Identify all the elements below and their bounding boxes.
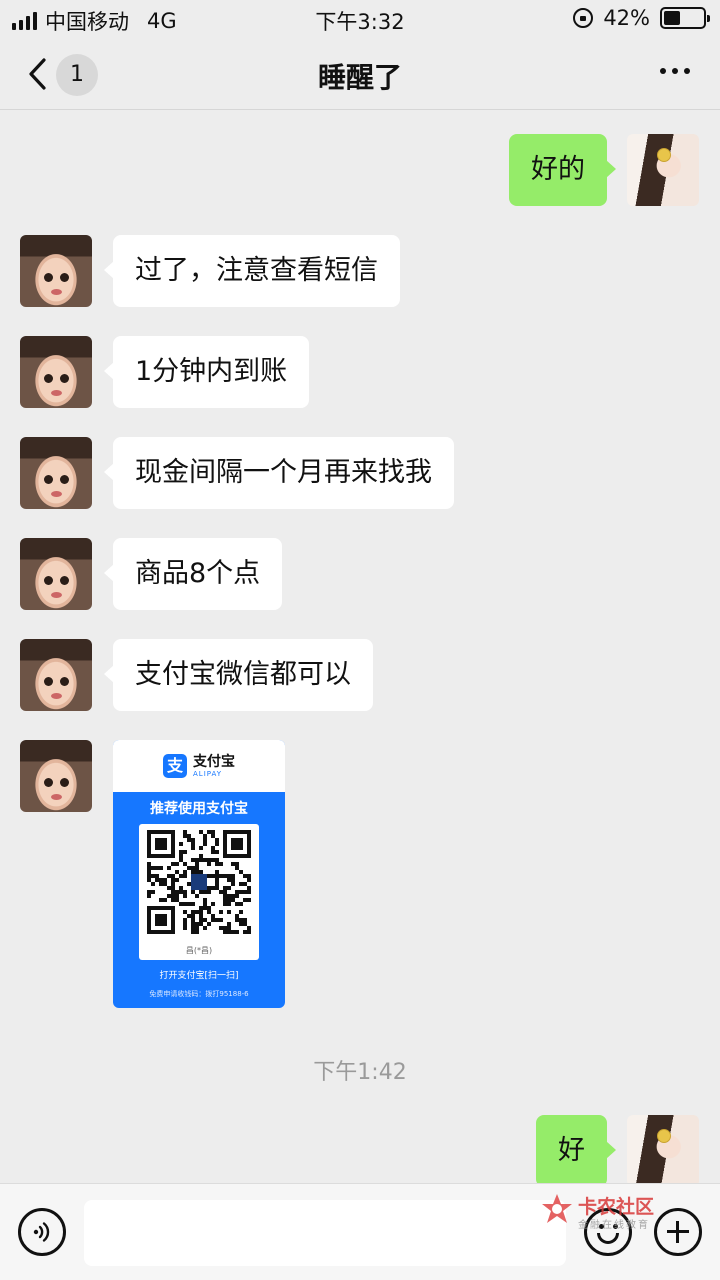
alipay-brand: 支付宝 ALIPAY — [193, 755, 235, 778]
watermark-subtitle: 金融在线教育 — [578, 1220, 650, 1231]
message-bubble-incoming[interactable]: 现金间隔一个月再来找我 — [104, 437, 454, 509]
status-bar: 中国移动 4G 下午3:32 42% — [0, 0, 720, 38]
qr-code: 昌(*昌) — [139, 824, 259, 960]
avatar-contact[interactable] — [20, 740, 92, 812]
alipay-header: 支 支付宝 ALIPAY — [113, 740, 285, 792]
alipay-brand-cn: 支付宝 — [193, 753, 235, 770]
message-bubble-incoming[interactable]: 支付宝微信都可以 — [104, 639, 373, 711]
avatar-contact[interactable] — [20, 336, 92, 408]
avatar-contact[interactable] — [20, 639, 92, 711]
more-button[interactable] — [660, 68, 690, 74]
chat-title: 睡醒了 — [317, 61, 402, 94]
message-bubble-incoming[interactable]: 过了，注意查看短信 — [104, 235, 400, 307]
more-dots-icon — [660, 68, 666, 74]
avatar-contact[interactable] — [20, 235, 92, 307]
message-bubble-incoming[interactable]: 1分钟内到账 — [103, 336, 310, 408]
alipay-qr-image-message[interactable]: 支 支付宝 ALIPAY 推荐使用支付宝 昌(*昌) 打开支付宝[扫一扫] 免费… — [113, 740, 285, 1008]
message-timestamp: 下午1:42 — [313, 1060, 407, 1085]
message-bubble-incoming[interactable]: 商品8个点 — [103, 538, 283, 610]
avatar-contact[interactable] — [20, 437, 92, 509]
battery-fill — [664, 11, 680, 25]
avatar-self[interactable] — [627, 134, 699, 206]
avatar-contact[interactable] — [20, 538, 92, 610]
status-right: 42% — [573, 6, 710, 30]
qr-owner-name: 昌(*昌) — [185, 946, 213, 955]
avatar-self[interactable] — [627, 1115, 699, 1187]
watermark-logo-icon — [542, 1194, 572, 1223]
message-bubble-outgoing[interactable]: 好 — [536, 1115, 616, 1187]
voice-button[interactable] — [18, 1208, 66, 1256]
qr-hint: 打开支付宝[扫一扫] — [159, 971, 239, 981]
battery-percent: 42% — [603, 6, 650, 30]
watermark-title: 卡农社区 — [578, 1196, 655, 1218]
alipay-brand-en: ALIPAY — [193, 769, 223, 778]
voice-icon — [33, 1222, 50, 1242]
alipay-logo-icon: 支 — [163, 754, 187, 778]
site-watermark: 卡农社区 金融在线教育 — [540, 1188, 670, 1232]
qr-headline: 推荐使用支付宝 — [150, 801, 248, 817]
message-bubble-outgoing[interactable]: 好的 — [509, 134, 616, 206]
rotation-lock-icon — [573, 8, 594, 28]
message-input[interactable] — [84, 1200, 566, 1266]
qr-sub-text: 免费申请收钱码：拨打95188-6 — [149, 990, 249, 998]
battery-icon — [660, 7, 710, 29]
chat-header: 1 睡醒了 — [0, 38, 720, 110]
qr-code-icon — [147, 830, 251, 934]
